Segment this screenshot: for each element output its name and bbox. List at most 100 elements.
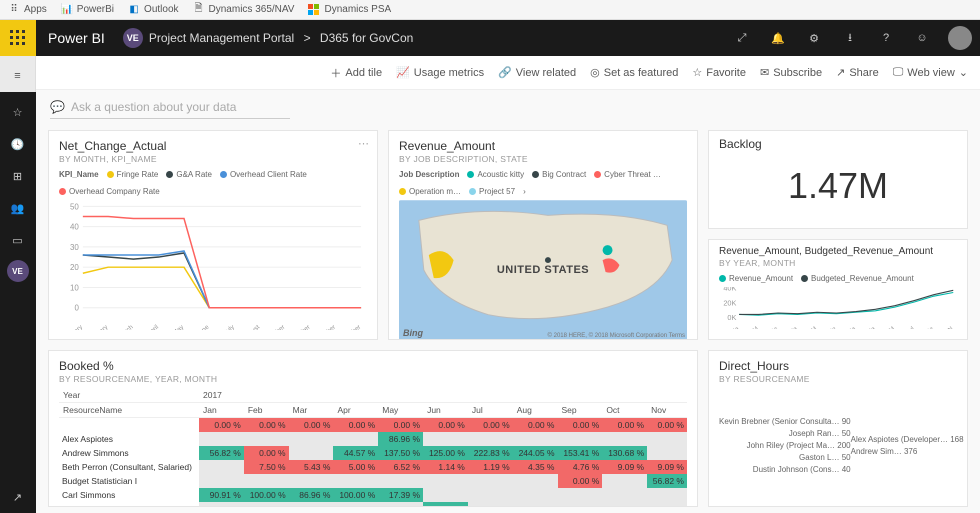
pie-labels-left: Kevin Brebner (Senior Consulta… 90Joseph… (719, 414, 851, 477)
nav-getdata[interactable]: ↗ (0, 481, 36, 513)
tile-title: Backlog (719, 137, 957, 151)
table-row[interactable]: Budget Statistician I0.00 %56.82 % (59, 474, 687, 488)
legend: Job Description Acoustic kitty Big Contr… (399, 170, 687, 196)
chevron-down-icon: ⌄ (959, 66, 968, 79)
mini-line-chart: 0K20K40K2013 Ja2013 M2013 Se2014 Ja2014 … (719, 287, 957, 333)
related-icon: 🔗 (498, 66, 512, 79)
tile-revenue-budget[interactable]: Revenue_Amount, Budgeted_Revenue_Amount … (708, 239, 968, 340)
svg-text:10: 10 (70, 283, 79, 292)
svg-text:2017 Se: 2017 Se (914, 326, 935, 330)
svg-text:May: May (171, 323, 185, 330)
bookmark-dynamicspsa[interactable]: Dynamics PSA (308, 4, 391, 16)
breadcrumb[interactable]: Project Management Portal > D365 for Gov… (149, 31, 414, 45)
nav-apps[interactable]: ⊞ (0, 160, 36, 192)
svg-text:February: February (85, 323, 110, 330)
outlook-icon: ◧ (128, 4, 140, 16)
ms-icon (308, 4, 320, 16)
dashboard-grid: ⋯ Net_Change_Actual BY MONTH, KPI_NAME K… (36, 124, 980, 513)
tile-subtitle: BY RESOURCENAME, YEAR, MONTH (59, 374, 687, 384)
svg-text:April: April (146, 324, 160, 330)
table-row[interactable]: Beth Perron (Consultant, Salaried)7.50 %… (59, 460, 687, 474)
tile-subtitle: BY MONTH, KPI_NAME (59, 154, 367, 164)
svg-text:October: October (290, 323, 313, 330)
svg-text:20K: 20K (723, 298, 736, 307)
notifications-button[interactable]: 🔔 (760, 20, 796, 56)
svg-text:50: 50 (70, 202, 79, 211)
tile-net-change[interactable]: ⋯ Net_Change_Actual BY MONTH, KPI_NAME K… (48, 130, 378, 340)
table-row[interactable]: Andrew Simmons56.82 %0.00 %44.57 %137.50… (59, 446, 687, 460)
rowheader: ResourceName (59, 403, 199, 418)
svg-text:July: July (223, 323, 237, 330)
svg-text:September: September (258, 323, 287, 330)
bookmark-outlook[interactable]: ◧Outlook (128, 4, 178, 16)
subscribe-button[interactable]: ✉Subscribe (760, 66, 822, 79)
tile-subtitle: BY JOB DESCRIPTION, STATE (399, 154, 687, 164)
featured-icon: ◎ (590, 66, 600, 79)
file-icon: 🗎 (193, 4, 205, 16)
plus-icon: ＋ (330, 65, 341, 81)
chevron-right-icon[interactable]: › (523, 187, 526, 196)
tile-more-icon[interactable]: ⋯ (358, 137, 369, 150)
chat-icon: 💬 (50, 100, 65, 114)
table-row[interactable]: 0.00 %0.00 %0.00 %0.00 %0.00 %0.00 %0.00… (59, 418, 687, 433)
metrics-icon: 📈 (396, 66, 410, 79)
svg-text:2015 Ja: 2015 Ja (837, 326, 858, 330)
map-visual: UNITED STATES Bing © 2018 HERE, © 2018 M… (399, 200, 687, 340)
fullscreen-button[interactable]: ⤢ (724, 20, 760, 56)
apps-icon: ⠿ (8, 4, 20, 16)
qna-input[interactable]: 💬 Ask a question about your data (50, 96, 290, 119)
nav-workspaces[interactable]: ▭ (0, 224, 36, 256)
add-tile-button[interactable]: ＋Add tile (330, 65, 382, 81)
settings-button[interactable]: ⚙ (796, 20, 832, 56)
svg-text:20: 20 (70, 263, 79, 272)
svg-text:30: 30 (70, 243, 79, 252)
table-row[interactable]: Carl Simmons90.91 %100.00 %86.96 %100.00… (59, 488, 687, 502)
app-launcher[interactable] (0, 20, 36, 56)
matrix-table: Year2017 ResourceNameJanFebMarAprMayJunJ… (59, 388, 687, 507)
svg-text:2017 N: 2017 N (936, 326, 955, 329)
view-related-button[interactable]: 🔗View related (498, 66, 576, 79)
bookmark-apps[interactable]: ⠿Apps (8, 4, 47, 16)
svg-text:January: January (62, 323, 85, 330)
tile-title: Revenue_Amount, Budgeted_Revenue_Amount (719, 246, 957, 257)
svg-text:November: November (310, 323, 338, 330)
svg-text:June: June (195, 323, 211, 330)
download-button[interactable]: ⭳ (832, 20, 868, 56)
brand-label: Power BI (36, 30, 117, 46)
svg-text:2014 Se: 2014 Se (817, 326, 838, 330)
right-column: Backlog 1.47M Revenue_Amount, Budgeted_R… (708, 130, 968, 340)
bookmark-powerbi[interactable]: 📊PowerBi (61, 4, 114, 16)
tile-title: Net_Change_Actual (59, 139, 367, 153)
nav-favorites[interactable]: ☆ (0, 96, 36, 128)
tile-backlog[interactable]: Backlog 1.47M (708, 130, 968, 229)
help-button[interactable]: ? (868, 20, 904, 56)
set-featured-button[interactable]: ◎Set as featured (590, 66, 678, 79)
svg-text:2017 Jul: 2017 Jul (895, 326, 916, 329)
user-avatar[interactable] (948, 26, 972, 50)
tile-booked-matrix[interactable]: Booked % BY RESOURCENAME, YEAR, MONTH Ye… (48, 350, 698, 507)
table-row[interactable]: Cindy Brown18.18 % (59, 502, 687, 507)
workspace-badge[interactable]: VE (7, 260, 29, 282)
tile-direct-hours[interactable]: Direct_Hours BY RESOURCENAME Kevin Brebn… (708, 350, 968, 507)
svg-text:2014 Ja: 2014 Ja (779, 326, 800, 330)
favorite-button[interactable]: ☆Favorite (692, 66, 746, 79)
share-button[interactable]: ↗Share (836, 66, 879, 79)
feedback-button[interactable]: ☺ (904, 20, 940, 56)
map-center-label: UNITED STATES (497, 264, 589, 276)
browser-bookmarks-bar: ⠿Apps 📊PowerBi ◧Outlook 🗎Dynamics 365/NA… (0, 0, 980, 20)
svg-text:2017 Ja: 2017 Ja (857, 326, 878, 330)
tile-revenue-map[interactable]: Revenue_Amount BY JOB DESCRIPTION, STATE… (388, 130, 698, 340)
left-nav-rail: ≡ ☆ 🕓 ⊞ 👥 ▭ VE ↗ (0, 56, 36, 513)
dashboard-toolbar: ＋Add tile 📈Usage metrics 🔗View related ◎… (36, 56, 980, 90)
table-row[interactable]: Alex Aspiotes86.96 % (59, 432, 687, 446)
gear-icon: ⚙ (809, 32, 819, 45)
nav-shared[interactable]: 👥 (0, 192, 36, 224)
usage-metrics-button[interactable]: 📈Usage metrics (396, 66, 484, 79)
web-view-button[interactable]: 🖵Web view ⌄ (893, 66, 968, 79)
svg-text:August: August (241, 324, 261, 330)
tile-title: Revenue_Amount (399, 139, 687, 153)
bookmark-dynamics365[interactable]: 🗎Dynamics 365/NAV (193, 4, 295, 16)
line-chart: 01020304050JanuaryFebruaryMarchAprilMayJ… (59, 200, 367, 330)
nav-menu-button[interactable]: ≡ (0, 60, 36, 92)
nav-recent[interactable]: 🕓 (0, 128, 36, 160)
